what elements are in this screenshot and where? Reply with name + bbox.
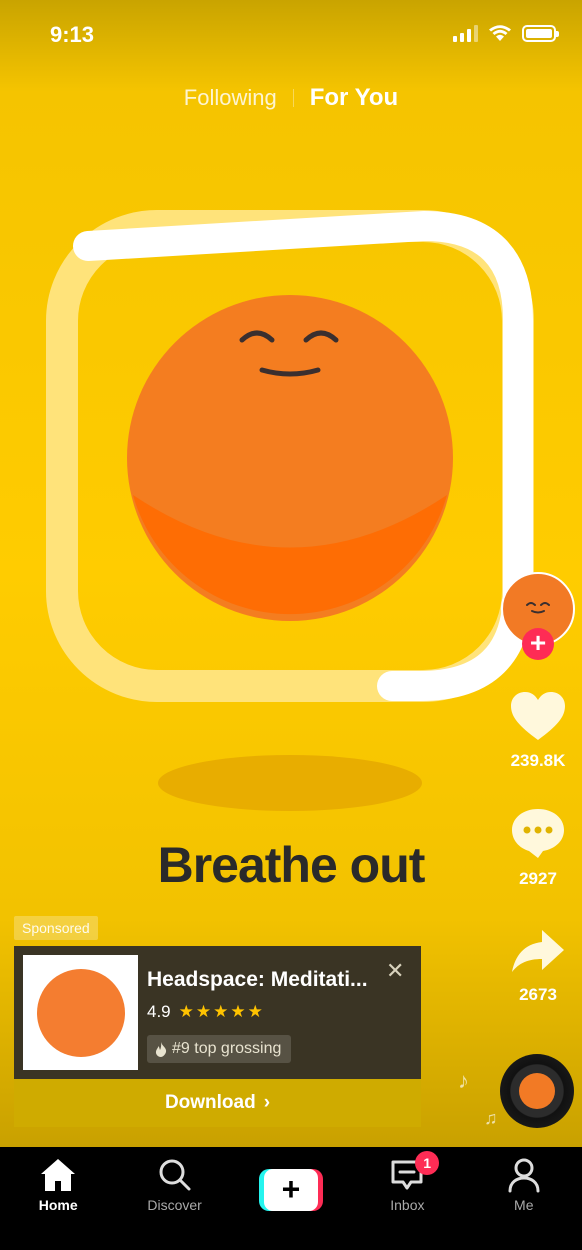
like-count: 239.8K xyxy=(510,751,566,770)
close-icon[interactable]: ✕ xyxy=(386,958,404,984)
heart-icon xyxy=(511,692,565,740)
comment-count: 2927 xyxy=(519,869,557,888)
tab-for-you[interactable]: For You xyxy=(310,84,398,112)
ad-app-icon xyxy=(23,955,138,1070)
rating-value: 4.9 xyxy=(147,1002,171,1021)
battery-icon xyxy=(522,24,559,42)
sponsored-label: Sponsored xyxy=(14,916,98,940)
tab-following[interactable]: Following xyxy=(184,85,277,111)
nav-me-label: Me xyxy=(514,1197,534,1213)
rank-text: #9 top grossing xyxy=(172,1040,282,1057)
follow-plus-icon[interactable]: + xyxy=(522,628,554,660)
video-player[interactable]: 9:13 Following For You Breathe out + 239… xyxy=(0,0,582,1147)
nav-inbox[interactable]: 1 Inbox xyxy=(349,1147,465,1250)
comment-button[interactable]: 2927 xyxy=(498,806,578,889)
nav-inbox-label: Inbox xyxy=(390,1197,425,1213)
music-note-icon: ♪ xyxy=(458,1068,469,1093)
search-icon xyxy=(159,1159,191,1191)
disc-cover xyxy=(519,1073,555,1109)
download-button[interactable]: Download › xyxy=(14,1079,421,1127)
share-count: 2673 xyxy=(519,985,557,1004)
status-time: 9:13 xyxy=(50,22,95,47)
rank-badge: #9 top grossing xyxy=(147,1035,292,1063)
profile-icon xyxy=(508,1158,540,1193)
comment-icon xyxy=(512,809,564,858)
nav-home[interactable]: Home xyxy=(0,1147,116,1250)
nav-me[interactable]: Me xyxy=(466,1147,582,1250)
creator-avatar[interactable]: + xyxy=(501,572,575,660)
download-label: Download xyxy=(164,1092,256,1113)
ad-title: Headspace: Meditati... xyxy=(147,968,368,991)
flame-icon xyxy=(155,1041,167,1057)
music-disc[interactable] xyxy=(500,1054,574,1128)
share-button[interactable]: 2673 xyxy=(498,926,578,1005)
nav-discover-label: Discover xyxy=(147,1197,202,1213)
wifi-icon xyxy=(489,25,511,41)
inbox-badge: 1 xyxy=(415,1151,440,1175)
status-icons xyxy=(453,24,559,42)
tab-divider xyxy=(292,89,294,107)
star-rating-icon: ★★★★★ xyxy=(178,1002,265,1021)
nav-create[interactable]: + xyxy=(233,1147,349,1250)
feed-tabs: Following For You xyxy=(0,84,582,112)
ad-rating: 4.9 ★★★★★ xyxy=(147,1002,265,1022)
nav-home-label: Home xyxy=(38,1197,78,1213)
video-caption: Breathe out xyxy=(157,837,426,893)
create-button[interactable]: + xyxy=(258,1169,323,1211)
plus-icon: + xyxy=(263,1169,318,1211)
like-button[interactable]: 239.8K xyxy=(498,690,578,771)
home-icon xyxy=(41,1159,76,1191)
share-arrow-icon xyxy=(512,930,564,972)
chevron-right-icon: › xyxy=(263,1092,271,1113)
ad-card[interactable]: Headspace: Meditati... ✕ 4.9 ★★★★★ #9 to… xyxy=(14,946,421,1079)
nav-discover[interactable]: Discover xyxy=(116,1147,232,1250)
bottom-nav: Home Discover + 1 Inbox Me xyxy=(0,1147,582,1250)
music-note-icon: ♫ xyxy=(484,1108,498,1128)
signal-icon xyxy=(453,24,478,42)
